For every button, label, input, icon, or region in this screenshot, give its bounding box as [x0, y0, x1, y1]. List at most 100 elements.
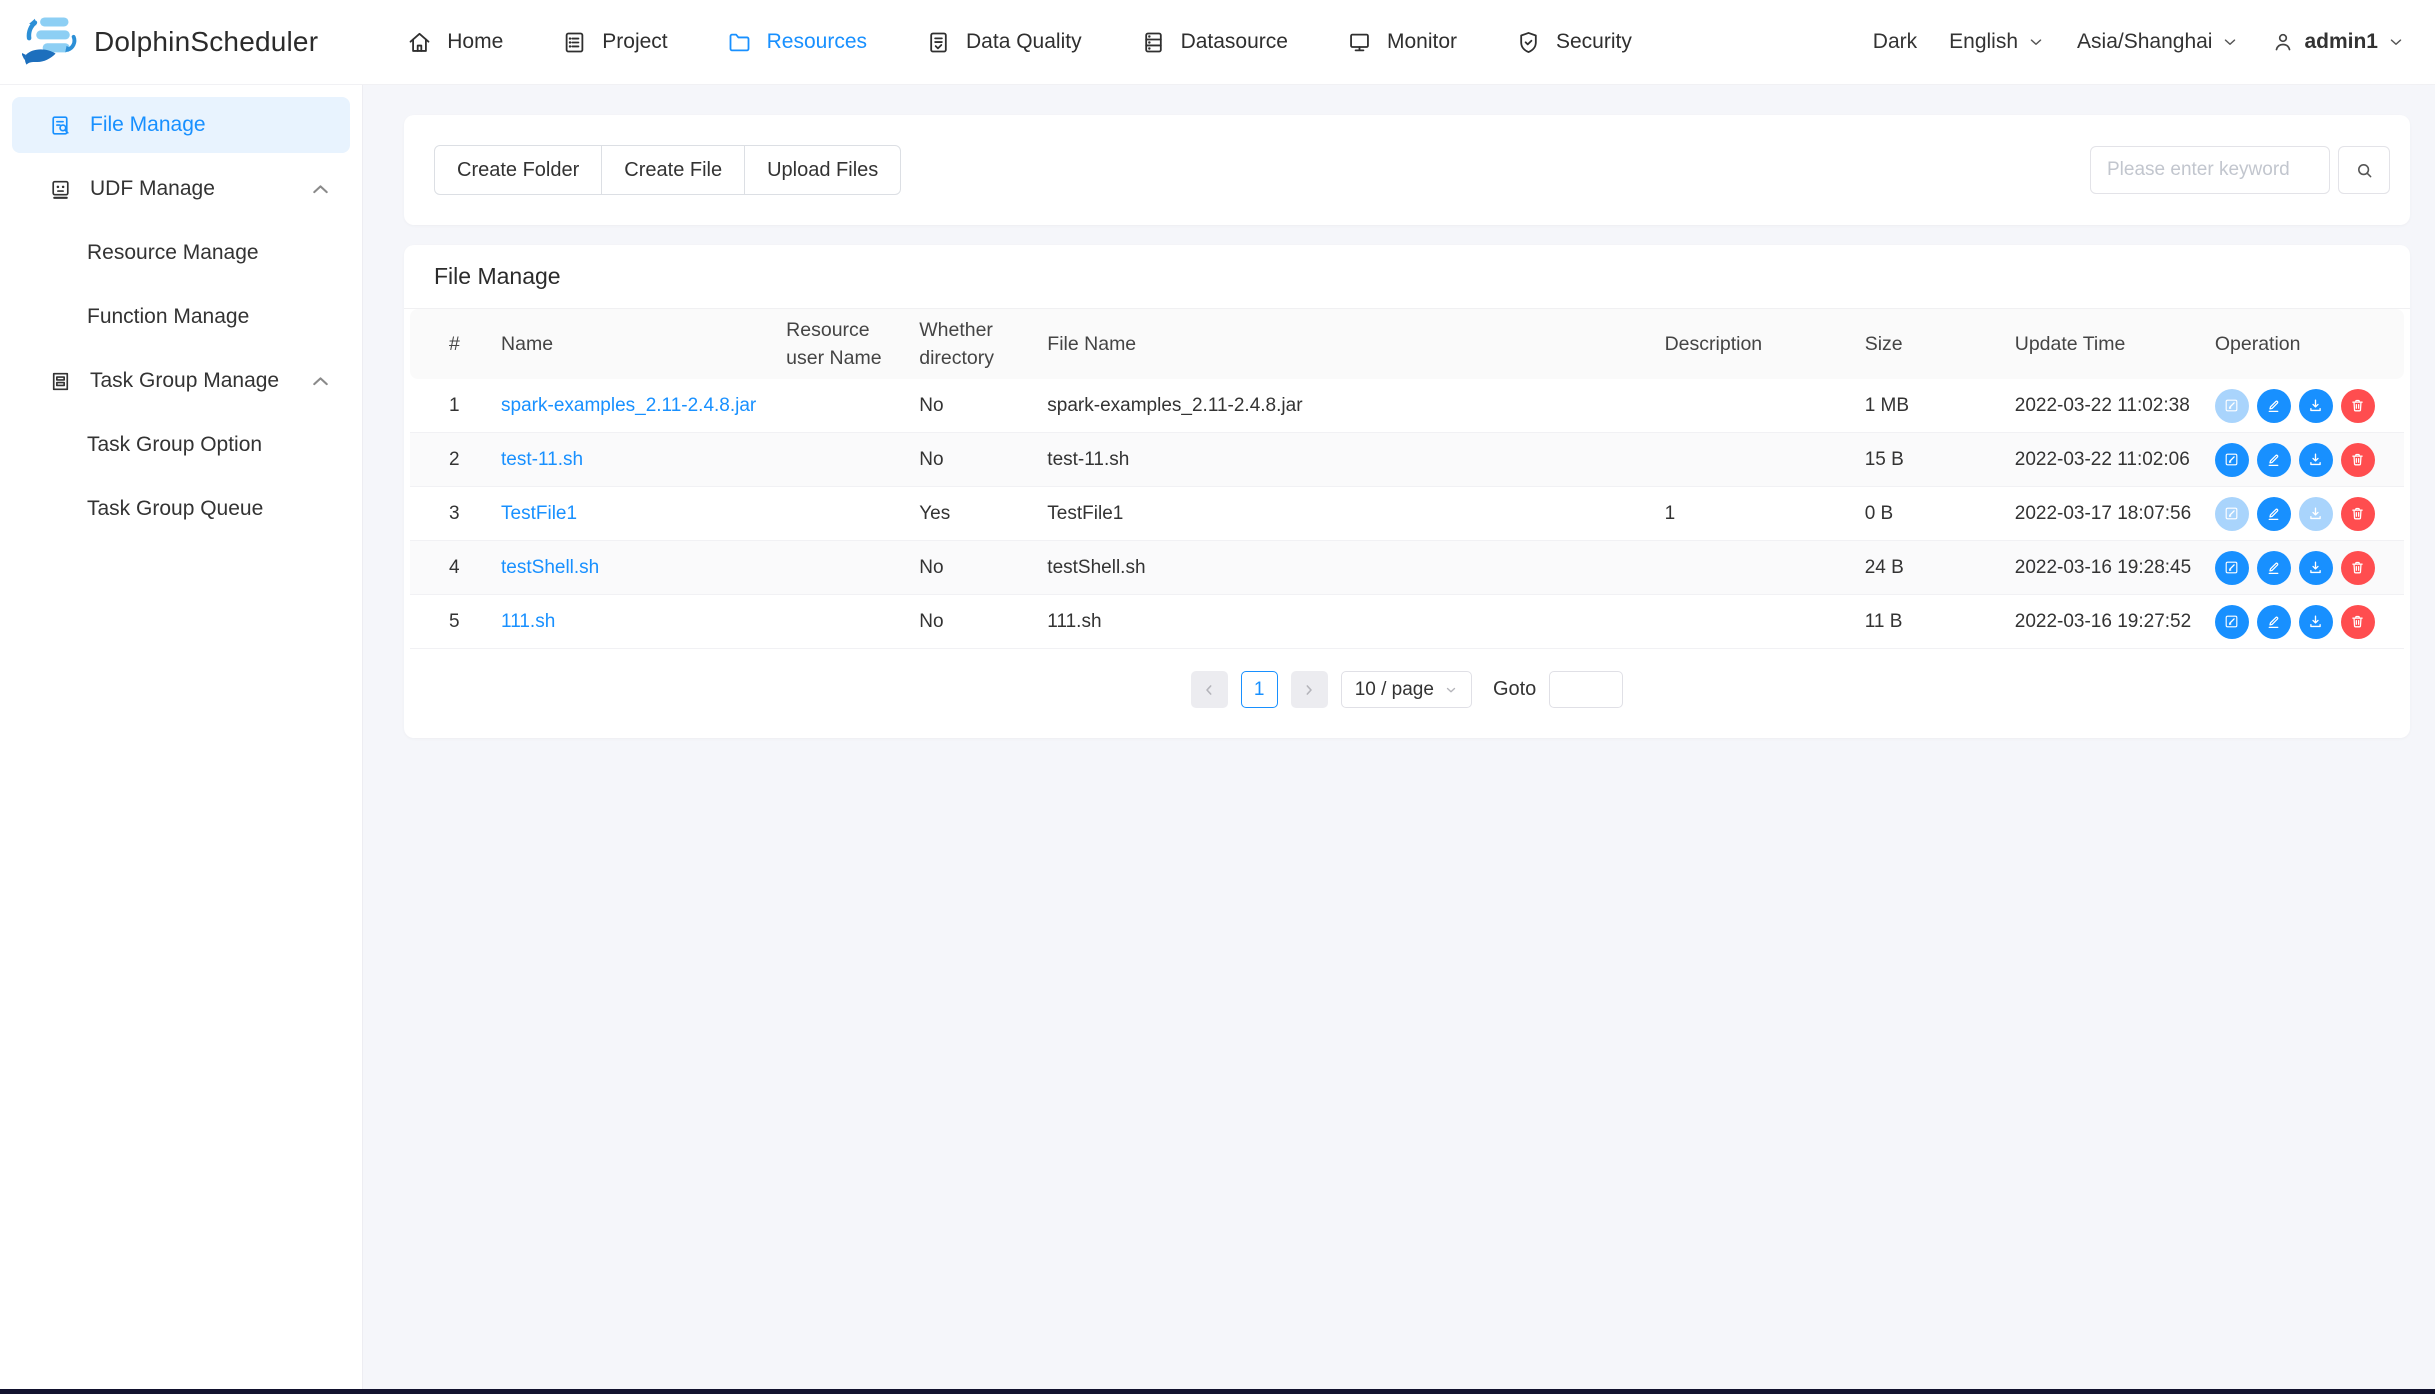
brand-logo[interactable]: DolphinScheduler — [22, 14, 318, 70]
nav-item-home[interactable]: Home — [406, 29, 503, 56]
cell-size: 24 B — [1865, 541, 2015, 595]
download-button[interactable] — [2299, 605, 2333, 639]
prev-page-button[interactable] — [1191, 671, 1228, 708]
file-name-link[interactable]: TestFile1 — [501, 503, 577, 524]
cell-update-time: 2022-03-22 11:02:38 — [2015, 379, 2215, 433]
edit-button[interactable] — [2215, 551, 2249, 585]
edit-button[interactable] — [2215, 605, 2249, 639]
row-index: 1 — [410, 379, 501, 433]
timezone-label: Asia/Shanghai — [2077, 30, 2212, 54]
nav-item-label: Home — [447, 30, 503, 54]
upload-files-button[interactable]: Upload Files — [744, 145, 901, 195]
column-header-file-name: File Name — [1047, 309, 1664, 379]
nav-item-security[interactable]: Security — [1515, 29, 1632, 56]
rename-button[interactable] — [2257, 497, 2291, 531]
sidebar-item-label: Task Group Option — [87, 433, 262, 457]
download-button[interactable] — [2299, 551, 2333, 585]
chevron-up-icon — [308, 369, 333, 394]
goto-page-input[interactable] — [1549, 671, 1623, 708]
column-header-index: # — [410, 309, 501, 379]
chevron-right-icon — [1301, 682, 1317, 698]
download-button[interactable] — [2299, 389, 2333, 423]
sidebar-item-file-manage[interactable]: File Manage — [12, 97, 350, 153]
nav-item-datasource[interactable]: Datasource — [1140, 29, 1288, 56]
nav-item-label: Project — [602, 30, 667, 54]
datasource-icon — [1140, 29, 1167, 56]
file-name-link[interactable]: spark-examples_2.11-2.4.8.jar — [501, 395, 756, 416]
rename-button[interactable] — [2257, 443, 2291, 477]
create-folder-button[interactable]: Create Folder — [434, 145, 602, 195]
next-page-button[interactable] — [1291, 671, 1328, 708]
operation-buttons — [2215, 443, 2388, 477]
nav-item-resources[interactable]: Resources — [726, 29, 867, 56]
nav-item-monitor[interactable]: Monitor — [1346, 29, 1457, 56]
theme-toggle[interactable]: Dark — [1873, 30, 1917, 54]
search-input[interactable] — [2090, 146, 2330, 194]
nav-item-data-quality[interactable]: Data Quality — [925, 29, 1082, 56]
delete-button[interactable] — [2341, 551, 2375, 585]
file-name-link[interactable]: 111.sh — [501, 611, 555, 632]
rename-button[interactable] — [2257, 551, 2291, 585]
sidebar-item-label: Resource Manage — [87, 241, 259, 265]
sidebar: File Manage UDF Manage Resource Manage Func… — [0, 85, 363, 1389]
cell-update-time: 2022-03-17 18:07:56 — [2015, 487, 2215, 541]
sidebar-item-task-group-option[interactable]: Task Group Option — [12, 417, 350, 473]
user-menu[interactable]: admin1 — [2271, 30, 2405, 54]
nav-item-project[interactable]: Project — [561, 29, 667, 56]
delete-button[interactable] — [2341, 497, 2375, 531]
file-table: #NameResource user NameWhether directory… — [410, 309, 2404, 649]
column-header-update-time: Update Time — [2015, 309, 2215, 379]
download-icon — [2307, 559, 2324, 576]
column-header-name: Name — [501, 309, 786, 379]
sidebar-item-label: UDF Manage — [90, 177, 215, 201]
top-nav: Home Project Resources Data Quality Datasour… — [406, 29, 1632, 56]
page-title: File Manage — [404, 245, 2410, 309]
file-name-link[interactable]: testShell.sh — [501, 557, 599, 578]
sidebar-item-task-group-manage[interactable]: Task Group Manage — [12, 353, 350, 409]
cell-update-time: 2022-03-16 19:27:52 — [2015, 595, 2215, 649]
cell-whether-directory: No — [919, 433, 1047, 487]
column-header-size: Size — [1865, 309, 2015, 379]
chevron-down-icon — [2221, 33, 2239, 51]
trash-icon — [2349, 451, 2366, 468]
cell-update-time: 2022-03-16 19:28:45 — [2015, 541, 2215, 595]
language-select[interactable]: English — [1949, 30, 2045, 54]
cell-size: 11 B — [1865, 595, 2015, 649]
page-size-select[interactable]: 10 / page — [1341, 671, 1472, 708]
pen-icon — [2265, 613, 2282, 630]
cell-resource-user — [786, 433, 919, 487]
security-icon — [1515, 29, 1542, 56]
chevron-left-icon — [1201, 682, 1217, 698]
create-file-button[interactable]: Create File — [601, 145, 745, 195]
table-row: 1spark-examples_2.11-2.4.8.jarNospark-ex… — [410, 379, 2404, 433]
sidebar-item-udf-manage[interactable]: UDF Manage — [12, 161, 350, 217]
operation-buttons — [2215, 497, 2388, 531]
operation-buttons — [2215, 605, 2388, 639]
delete-button[interactable] — [2341, 443, 2375, 477]
rename-button[interactable] — [2257, 389, 2291, 423]
file-manage-card: File Manage #NameResource user NameWheth… — [404, 245, 2410, 738]
cell-description — [1665, 595, 1865, 649]
delete-button[interactable] — [2341, 389, 2375, 423]
sidebar-item-task-group-queue[interactable]: Task Group Queue — [12, 481, 350, 537]
brand-name: DolphinScheduler — [94, 26, 318, 58]
pagination: 1 10 / page Goto — [404, 671, 2410, 708]
cell-resource-user — [786, 487, 919, 541]
sidebar-item-function-manage[interactable]: Function Manage — [12, 289, 350, 345]
cell-resource-user — [786, 379, 919, 433]
page-number-button[interactable]: 1 — [1241, 671, 1278, 708]
sidebar-item-resource-manage[interactable]: Resource Manage — [12, 225, 350, 281]
file-name-link[interactable]: test-11.sh — [501, 449, 583, 470]
timezone-select[interactable]: Asia/Shanghai — [2077, 30, 2239, 54]
chevron-down-icon — [2387, 33, 2405, 51]
download-button[interactable] — [2299, 443, 2333, 477]
rename-button[interactable] — [2257, 605, 2291, 639]
download-icon — [2307, 397, 2324, 414]
task-group-icon — [48, 369, 73, 394]
search-button[interactable] — [2338, 146, 2390, 194]
data-quality-icon — [925, 29, 952, 56]
delete-button[interactable] — [2341, 605, 2375, 639]
edit-button[interactable] — [2215, 443, 2249, 477]
chevron-down-icon — [2027, 33, 2045, 51]
chevron-up-icon — [308, 177, 333, 202]
